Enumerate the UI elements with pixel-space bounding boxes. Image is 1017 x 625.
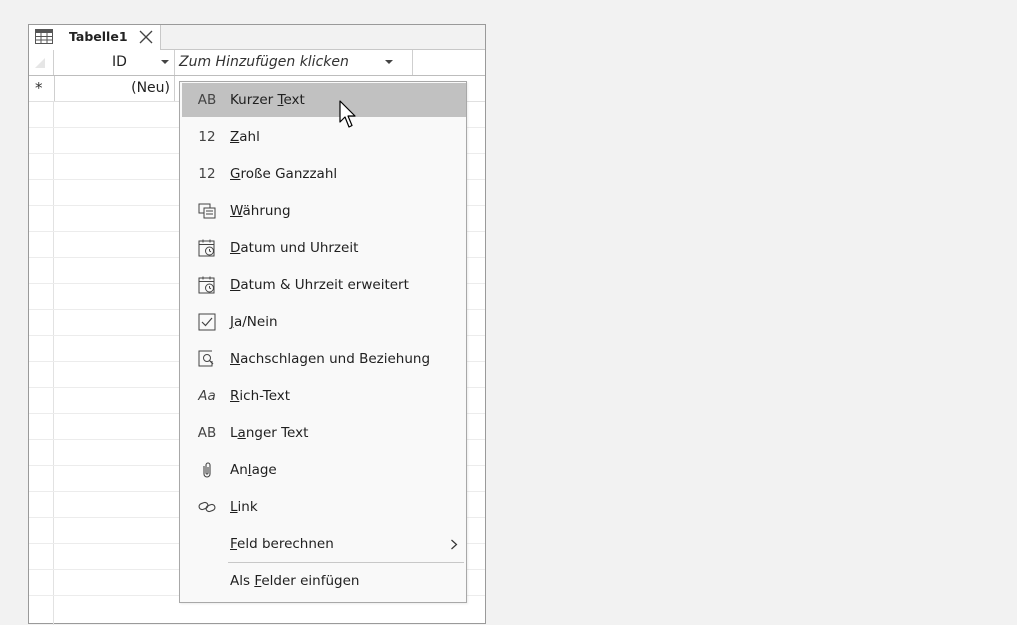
menu-item-rich-text[interactable]: Aa Rich-Text [182,379,466,413]
chevron-down-icon[interactable] [385,59,393,65]
chevron-right-icon [451,539,458,550]
new-record-id-value: (Neu) [131,80,170,96]
tab-label: Tabelle1 [69,29,128,44]
attachment-icon [203,462,211,478]
menu-item-lookup[interactable]: Nachschlagen und Beziehung [182,342,466,376]
menu-item-label: Große Ganzzahl [230,166,338,182]
mouse-pointer-icon [339,100,356,128]
column-header-row: ID Zum Hinzufügen klicken [29,50,485,76]
menu-item-calculated-field[interactable]: Feld berechnen [182,527,466,561]
menu-item-label: Währung [230,203,291,219]
menu-item-label: Link [230,499,258,515]
menu-item-attachment[interactable]: Anlage [182,453,466,487]
tab-tabelle1[interactable]: Tabelle1 [29,25,161,50]
date-time-extended-icon [198,276,215,294]
menu-item-label: Anlage [230,462,277,478]
menu-item-label: Datum & Uhrzeit erweitert [230,277,409,293]
menu-item-yes-no[interactable]: Ja/Nein [182,305,466,339]
menu-item-date-time-extended[interactable]: Datum & Uhrzeit erweitert [182,268,466,302]
menu-item-date-time[interactable]: Datum und Uhrzeit [182,231,466,265]
new-record-id-cell[interactable]: (Neu) [54,76,175,101]
menu-item-large-number[interactable]: 12 Große Ganzzahl [182,157,466,191]
menu-item-label: Ja/Nein [230,314,278,330]
chevron-down-icon[interactable] [161,59,169,65]
table-icon [35,29,53,44]
menu-separator [228,562,464,563]
menu-item-link[interactable]: Link [182,490,466,524]
menu-item-label: Nachschlagen und Beziehung [230,351,431,367]
menu-item-label: Rich-Text [230,388,291,404]
close-icon[interactable] [137,28,155,46]
column-header-add-field[interactable]: Zum Hinzufügen klicken [175,50,413,75]
menu-item-currency[interactable]: Währung [182,194,466,228]
currency-icon [198,203,216,219]
field-type-menu: AB Kurzer Text 12 Zahl 12 Große Ganzzahl… [179,81,467,603]
menu-item-label: Langer Text [230,425,309,441]
column-header-id-label: ID [112,54,127,70]
menu-item-number[interactable]: 12 Zahl [182,120,466,154]
menu-item-label: Feld berechnen [230,536,334,552]
menu-item-label: Zahl [230,129,260,145]
large-number-icon: 12 [198,166,216,182]
number-icon: 12 [198,129,216,145]
select-all-cell[interactable] [29,50,54,75]
new-record-marker: * [35,79,43,97]
short-text-icon: AB [197,92,217,108]
menu-item-paste-as-fields[interactable]: Als Felder einfügen [182,564,466,598]
yes-no-checkbox-icon [198,313,216,331]
lookup-icon [198,350,214,367]
rich-text-icon: Aa [198,388,216,404]
menu-item-long-text[interactable]: AB Langer Text [182,416,466,450]
date-time-icon [198,239,215,257]
column-header-id[interactable]: ID [54,50,175,75]
long-text-icon: AB [197,425,217,441]
menu-item-label: Als Felder einfügen [230,573,360,589]
menu-item-label: Kurzer Text [230,92,305,108]
link-icon [198,501,216,513]
add-field-label: Zum Hinzufügen klicken [179,54,349,70]
corner-triangle-icon [35,58,45,68]
menu-item-short-text[interactable]: AB Kurzer Text [182,83,466,117]
tab-bar: Tabelle1 [29,25,485,50]
menu-item-label: Datum und Uhrzeit [230,240,359,256]
